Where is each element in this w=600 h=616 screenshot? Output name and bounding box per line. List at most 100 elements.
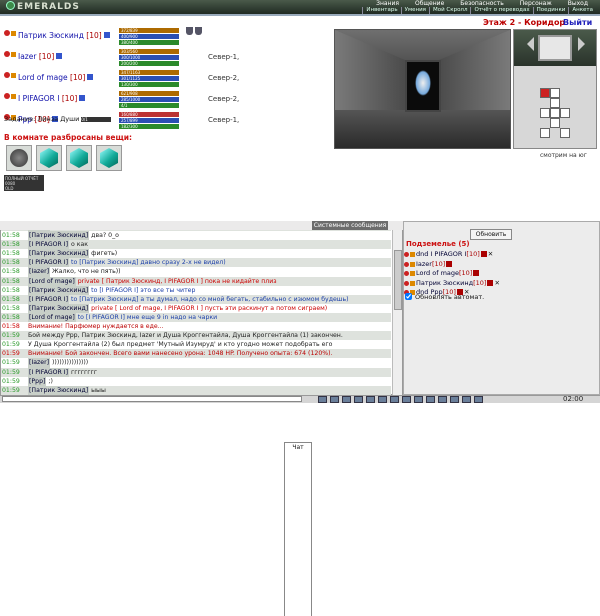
toolbar-icon[interactable]: [318, 396, 327, 403]
stat-bar: 4/1: [119, 103, 179, 108]
info-icon[interactable]: [481, 251, 487, 257]
message-author[interactable]: [I PIFAGOR I]: [28, 295, 69, 304]
chat-input[interactable]: [2, 396, 302, 402]
party-member[interactable]: Патрик Зюскинд [10]372/839400/900380/400: [4, 28, 334, 49]
online-player[interactable]: Lord of mage[10]: [404, 269, 500, 279]
party-member-bars: 347/1163301/1125130/300: [119, 70, 179, 88]
chat-scrollbar[interactable]: [392, 230, 402, 395]
tab-chat[interactable]: Чат: [284, 442, 312, 616]
player-name[interactable]: Патрик Зюскинд: [416, 279, 473, 287]
menu-knowledge[interactable]: Знания: [368, 0, 407, 7]
toolbar-icon[interactable]: [330, 396, 339, 403]
report-counter[interactable]: ПОЛНЫЙ ОТЧЁТ 0080 OLD: [4, 175, 44, 191]
item-slot[interactable]: [66, 145, 92, 171]
message-author[interactable]: [Патрик Зюскинд]: [28, 286, 89, 295]
info-icon[interactable]: [473, 270, 479, 276]
submenu-profile[interactable]: Анкета: [568, 7, 596, 14]
status-icon: [11, 31, 16, 36]
ghost-monster[interactable]: [415, 70, 431, 96]
item-slot[interactable]: [36, 145, 62, 171]
close-icon[interactable]: ✕: [494, 279, 499, 287]
info-icon[interactable]: [446, 261, 452, 267]
map-cell: [550, 88, 560, 98]
online-list: dnd I PIFAGOR I[10]✕Iazer[10]Lord of mag…: [404, 250, 500, 298]
party-member-name[interactable]: I PIFAGOR I [10]: [18, 94, 85, 103]
message-author[interactable]: [I PIFAGOR I]: [28, 240, 69, 249]
party-member-name[interactable]: Lord of mage [10]: [18, 73, 93, 82]
submenu-duels[interactable]: Поединки: [533, 7, 569, 14]
toolbar-icon[interactable]: [438, 396, 447, 403]
toolbar-icon[interactable]: [414, 396, 423, 403]
message-text: гггггггг: [71, 369, 97, 376]
auto-refresh-toggle[interactable]: Обновлять автомат.: [405, 293, 484, 301]
toolbar-icon[interactable]: [366, 396, 375, 403]
toolbar-icon[interactable]: [378, 396, 387, 403]
refresh-button[interactable]: Обновить: [470, 229, 512, 240]
chat-tabs: Чат Системные сообщения: [0, 221, 403, 230]
submenu-inventory[interactable]: Инвентарь: [362, 7, 400, 14]
toolbar-icon[interactable]: [402, 396, 411, 403]
tab-system-messages[interactable]: Системные сообщения: [312, 221, 388, 230]
player-name[interactable]: I PIFAGOR I: [430, 250, 466, 258]
turn-left-icon[interactable]: [520, 37, 534, 51]
toolbar-icon[interactable]: [342, 396, 351, 403]
info-icon[interactable]: [487, 280, 493, 286]
stat-bar: 200/200: [119, 61, 179, 66]
item-slot[interactable]: [6, 145, 32, 171]
party-member[interactable]: Iazer [10]303/560300/1000200/200Север-1,: [4, 49, 334, 70]
player-name[interactable]: Iazer: [416, 260, 432, 268]
message-text: Бой между Ppp, Патрик Зюскинд, Iazer и Д…: [28, 332, 343, 339]
dungeon-map: [534, 88, 576, 144]
message-text: ;): [48, 378, 53, 385]
toolbar-icon[interactable]: [426, 396, 435, 403]
main-menu: Знания Общение Безопасность Персонаж Вых…: [362, 0, 596, 14]
item-slot[interactable]: [96, 145, 122, 171]
message-author[interactable]: [Iazer]: [28, 358, 50, 367]
submenu-skills[interactable]: Умения: [401, 7, 429, 14]
clock: 02:00: [563, 395, 583, 403]
menu-exit[interactable]: Выход: [560, 0, 596, 7]
exit-link[interactable]: Выйти: [563, 18, 592, 27]
dungeon-view[interactable]: [334, 29, 511, 149]
party-member-location: Север-1,: [208, 116, 239, 124]
auto-refresh-checkbox[interactable]: [405, 293, 412, 300]
close-icon[interactable]: ✕: [488, 250, 493, 258]
message-author[interactable]: [Ppp]: [28, 377, 46, 386]
turn-right-icon[interactable]: [578, 37, 592, 51]
player-name[interactable]: Lord of mage: [416, 269, 459, 277]
online-player[interactable]: dnd I PIFAGOR I[10]✕: [404, 250, 500, 260]
navigation-pad: [514, 30, 596, 66]
message-author[interactable]: [Патрик Зюскинд]: [28, 386, 89, 395]
online-player[interactable]: Iazer[10]: [404, 260, 500, 270]
message-author[interactable]: [Патрик Зюскинд]: [28, 231, 89, 240]
map-cell: [540, 108, 550, 118]
logo-text: EMERALDS: [17, 2, 80, 12]
move-forward-button[interactable]: [538, 35, 572, 61]
message-author[interactable]: [Iazer]: [28, 267, 50, 276]
message-author[interactable]: [I PIFAGOR I]: [28, 368, 69, 377]
menu-character[interactable]: Персонаж: [512, 0, 560, 7]
message-author[interactable]: [Патрик Зюскинд]: [28, 304, 89, 313]
message-author[interactable]: [Патрик Зюскинд]: [28, 249, 89, 258]
room-items-title: В комнате разбросаны вещи:: [4, 133, 132, 142]
chat-log: 01:58[Iazer] ыыы01:58[Патрик Зюскинд] дв…: [1, 221, 391, 395]
toolbar-icon[interactable]: [450, 396, 459, 403]
toolbar-icon[interactable]: [462, 396, 471, 403]
party-member[interactable]: I PIFAGOR I [10]621/908285/10004/1Север-…: [4, 91, 334, 112]
submenu-my-scroll[interactable]: Мой Скролл: [429, 7, 470, 14]
toolbar-icon[interactable]: [354, 396, 363, 403]
menu-communication[interactable]: Общение: [407, 0, 452, 7]
message-author[interactable]: [I PIFAGOR I]: [28, 258, 69, 267]
toolbar-icon[interactable]: [390, 396, 399, 403]
menu-security[interactable]: Безопасность: [452, 0, 512, 7]
party-member-name[interactable]: Патрик Зюскинд [10]: [18, 31, 110, 40]
online-player[interactable]: Патрик Зюскинд[10]✕: [404, 279, 500, 289]
message-author[interactable]: [Lord of mage]: [28, 277, 76, 286]
message-author[interactable]: [Lord of mage]: [28, 313, 76, 322]
submenu-transfers[interactable]: Отчёт о переводах: [470, 7, 532, 14]
toolbar-icon[interactable]: [474, 396, 483, 403]
party-member-name[interactable]: Iazer [10]: [18, 52, 62, 61]
party-member[interactable]: Lord of mage [10] 347/1163301/1125130/300…: [4, 70, 334, 91]
party-member-shields: [186, 27, 204, 37]
shield-icon: [195, 27, 202, 35]
